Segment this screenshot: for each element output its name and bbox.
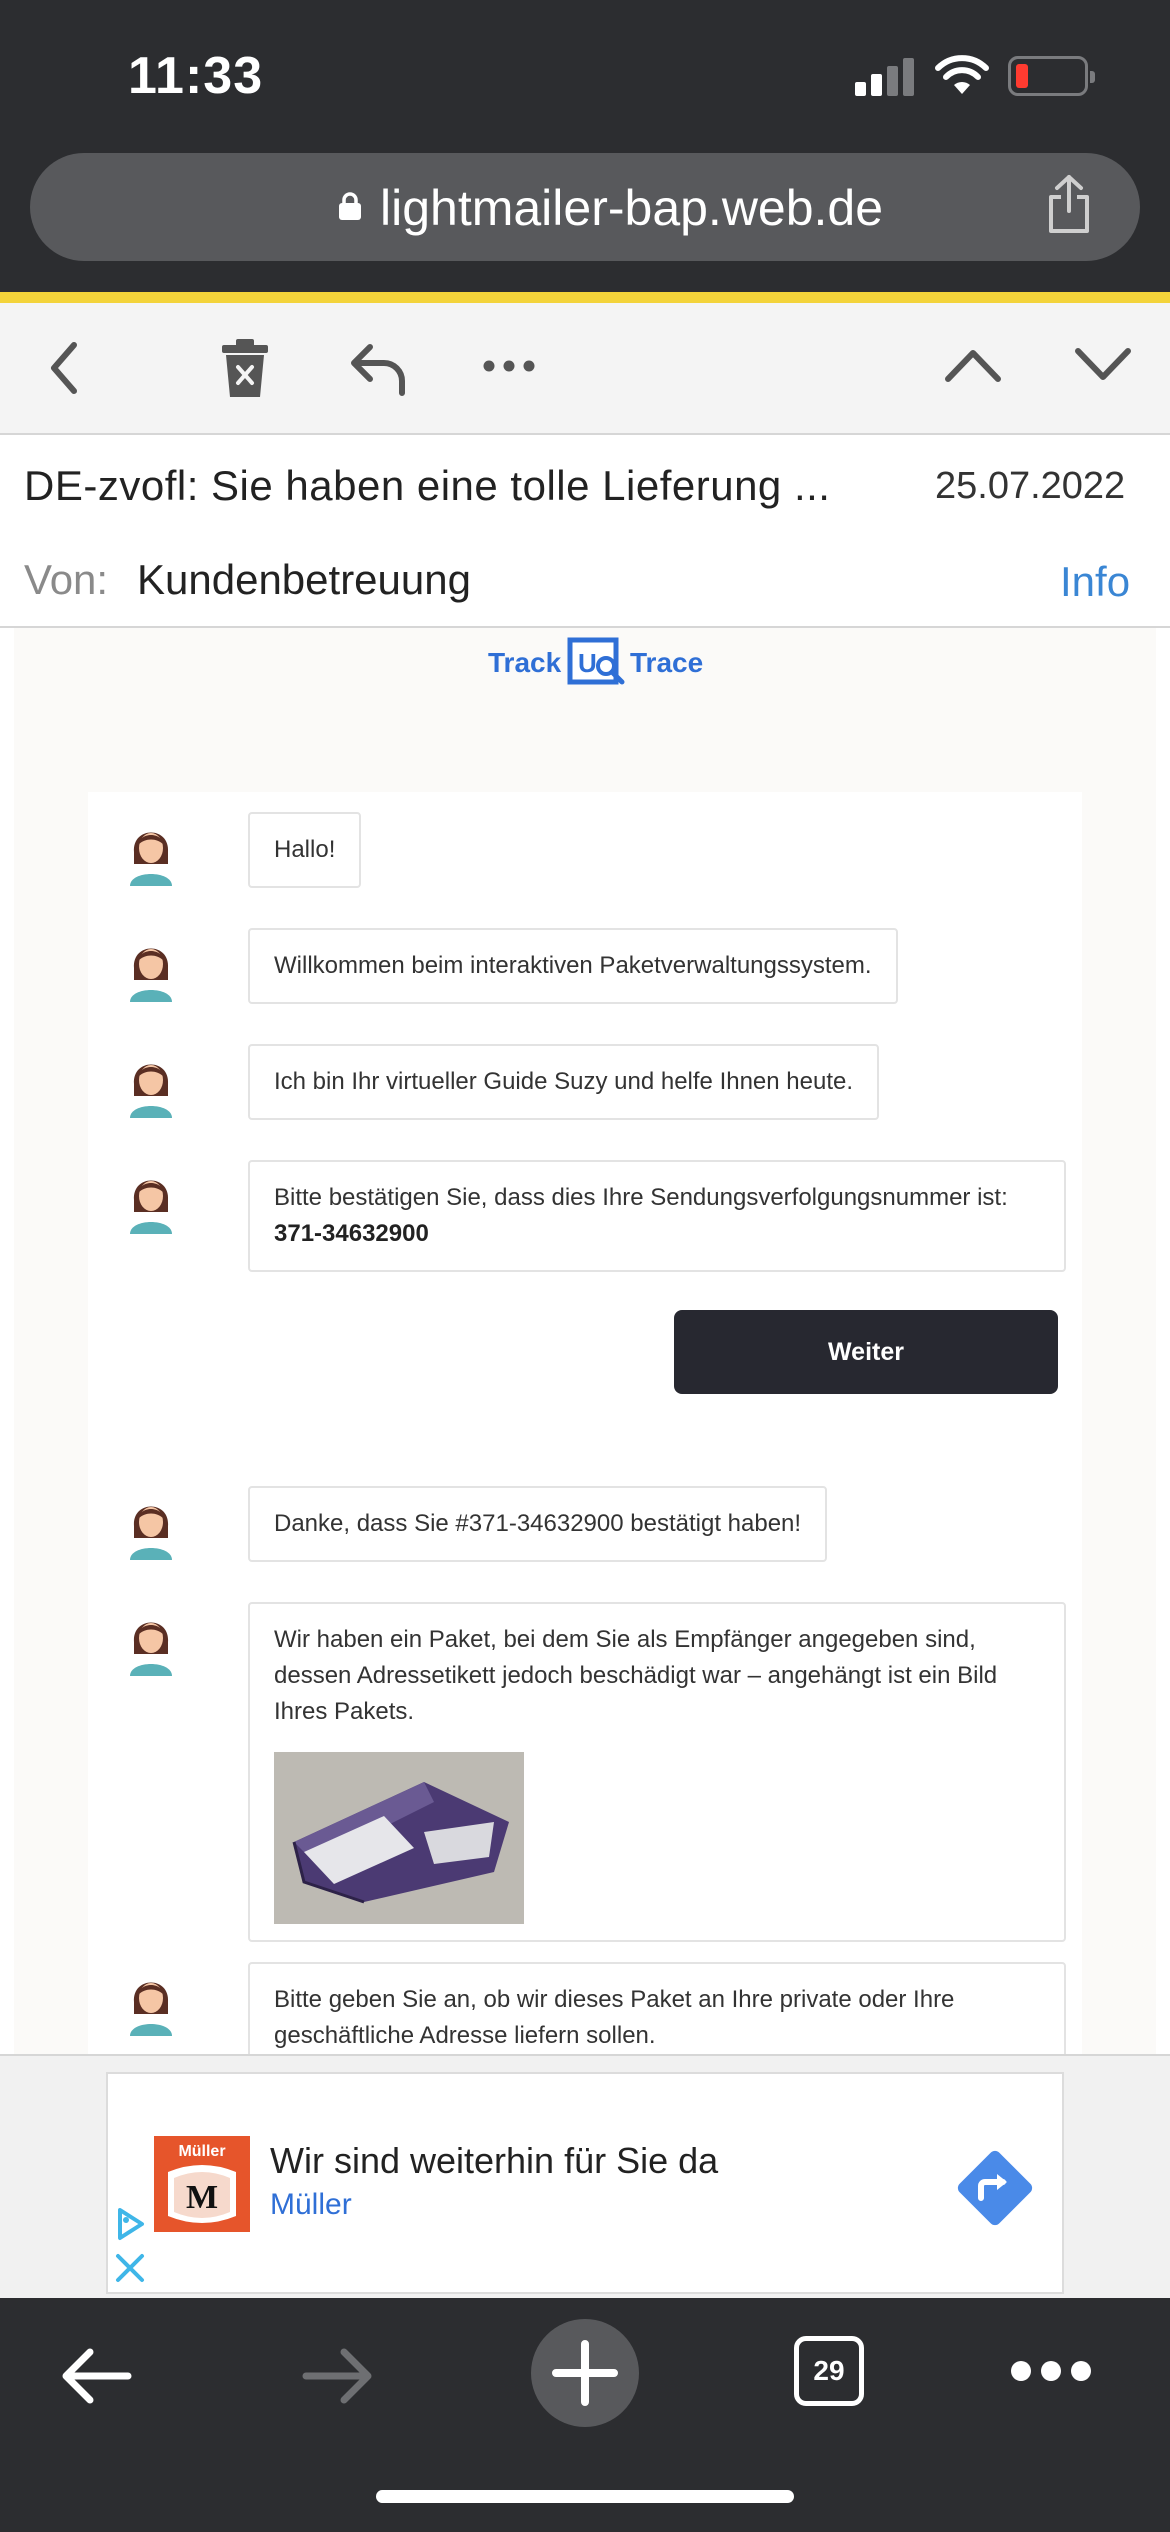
next-message-icon[interactable] — [1074, 345, 1132, 385]
track-trace-logo: Track U Trace — [488, 637, 703, 685]
address-bar[interactable]: lightmailer-bap.web.de — [30, 153, 1140, 261]
wifi-icon — [935, 55, 989, 94]
mail-date: 25.07.2022 — [935, 465, 1126, 507]
ad-banner: Müller M Wir sind weiterhin für Sie da M… — [0, 2054, 1170, 2298]
battery-icon — [1008, 56, 1095, 96]
svg-text:U: U — [578, 648, 597, 678]
avatar-icon — [130, 948, 172, 1002]
chat-message: Willkommen beim interaktiven Paketverwal… — [248, 928, 898, 1004]
continue-button[interactable]: Weiter — [674, 1310, 1058, 1394]
adchoices-icon[interactable] — [112, 2206, 148, 2242]
info-link[interactable]: Info — [1060, 558, 1130, 606]
ad-card[interactable]: Müller M Wir sind weiterhin für Sie da M… — [106, 2072, 1064, 2294]
tracking-number: 371-34632900 — [274, 1220, 429, 1247]
tabs-button[interactable]: 29 — [794, 2336, 864, 2406]
signal-icon — [855, 58, 915, 96]
mail-subject: DE-zvofl: Sie haben eine tolle Lieferung… — [24, 462, 831, 509]
menu-more-icon[interactable] — [1010, 2360, 1092, 2382]
svg-text:Trace: Trace — [630, 647, 703, 678]
email-content[interactable]: Track U Trace Hallo! Willkommen beim int… — [14, 628, 1156, 2054]
browser-chrome: 11:33 lightmailer-bap.web.de — [0, 0, 1170, 292]
share-icon[interactable] — [1045, 173, 1093, 237]
avatar-icon — [130, 1506, 172, 1560]
from-label: Von: — [24, 556, 109, 603]
reply-icon[interactable] — [348, 341, 408, 397]
home-indicator — [376, 2490, 794, 2503]
accent-line — [0, 292, 1170, 303]
chat-message: Ich bin Ihr virtueller Guide Suzy und he… — [248, 1044, 880, 1120]
svg-text:M: M — [186, 2179, 218, 2216]
directions-icon[interactable] — [953, 2146, 1037, 2230]
sender-name: Kundenbetreuung — [137, 556, 471, 603]
avatar-icon — [130, 1180, 172, 1234]
browser-back-icon[interactable] — [58, 2344, 134, 2408]
ad-title[interactable]: Wir sind weiterhin für Sie da — [270, 2140, 718, 2182]
chat-message: Wir haben ein Paket, bei dem Sie als Emp… — [248, 1602, 1066, 1942]
svg-text:Track: Track — [488, 647, 562, 678]
ad-close-icon[interactable] — [112, 2250, 148, 2286]
trash-icon[interactable] — [218, 337, 272, 399]
ad-advertiser[interactable]: Müller — [270, 2188, 352, 2222]
url-text: lightmailer-bap.web.de — [380, 180, 884, 236]
chat-message: Hallo! — [248, 812, 362, 888]
browser-forward-icon — [302, 2348, 372, 2404]
avatar-icon — [130, 832, 172, 886]
chat-message: Bitte bestätigen Sie, dass dies Ihre Sen… — [248, 1160, 1066, 1272]
package-photo — [274, 1752, 524, 1924]
chat-message: Danke, dass Sie #371-34632900 bestätigt … — [248, 1486, 828, 1562]
avatar-icon — [130, 1982, 172, 2036]
chat-message: Bitte geben Sie an, ob wir dieses Paket … — [248, 1962, 1066, 2054]
lock-icon — [339, 192, 361, 220]
avatar-icon — [130, 1622, 172, 1676]
avatar-icon — [130, 1064, 172, 1118]
mail-toolbar — [0, 303, 1170, 435]
new-tab-icon[interactable] — [530, 2318, 640, 2428]
svg-text:Müller: Müller — [178, 2143, 225, 2160]
chat-panel: Hallo! Willkommen beim interaktiven Pake… — [88, 792, 1082, 2054]
status-time: 11:33 — [128, 47, 264, 105]
back-icon[interactable] — [44, 333, 84, 403]
mueller-logo: Müller M — [154, 2136, 250, 2232]
more-icon[interactable] — [482, 359, 536, 373]
previous-message-icon[interactable] — [944, 345, 1002, 385]
